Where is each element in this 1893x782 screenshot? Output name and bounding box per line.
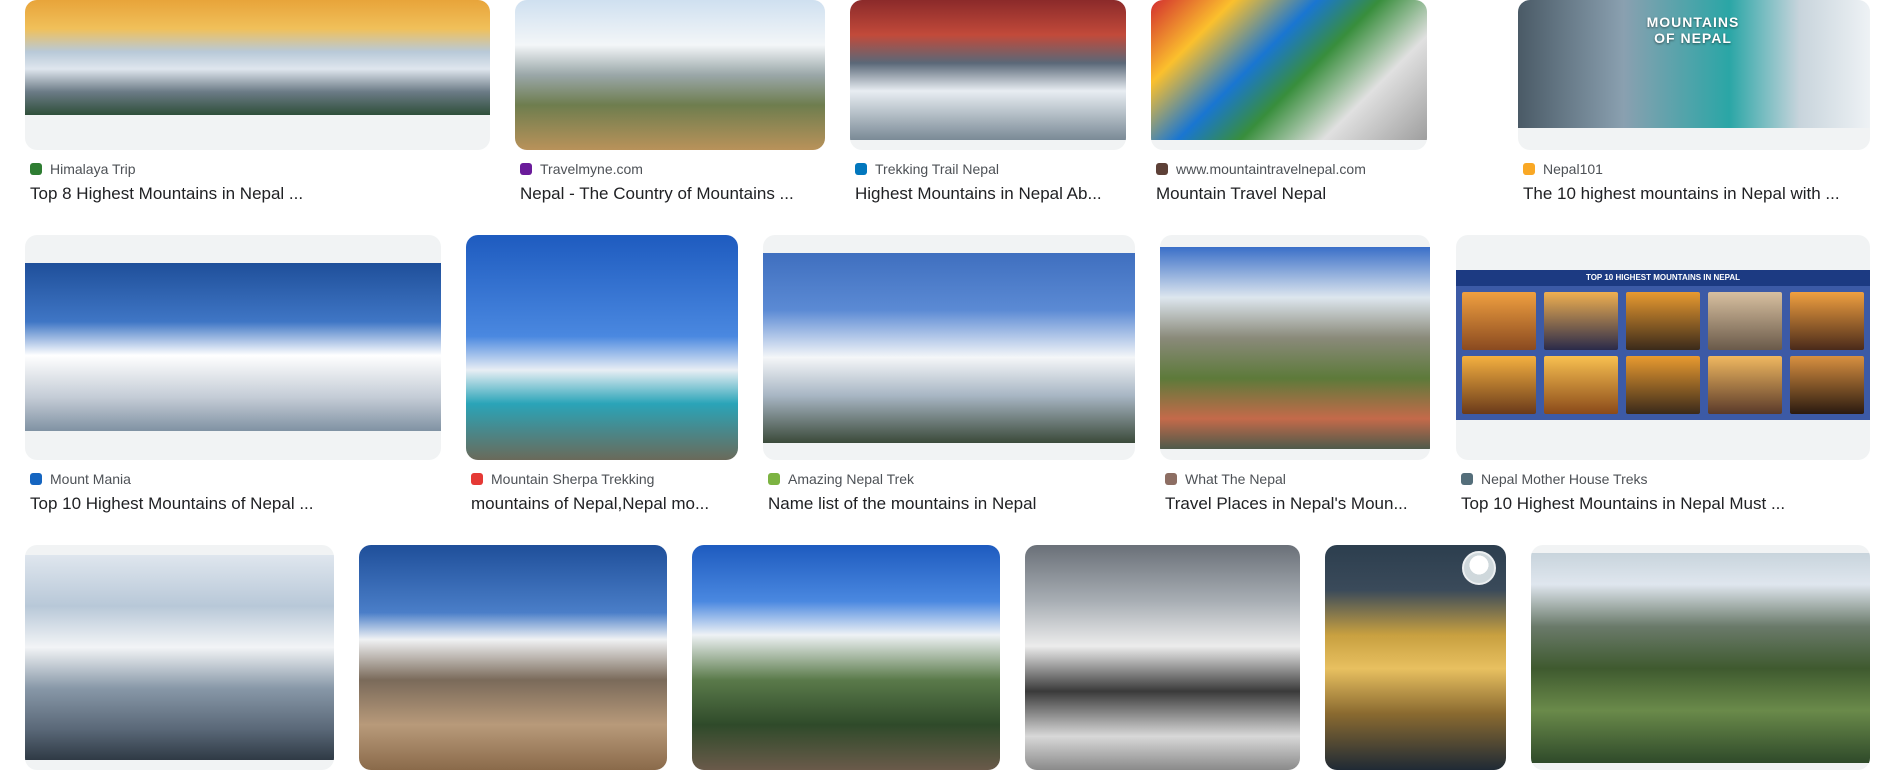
source-name: What The Nepal — [1185, 471, 1286, 487]
result-meta-2[interactable]: Travelmyne.com Nepal - The Country of Mo… — [520, 160, 820, 205]
source-name: Trekking Trail Nepal — [875, 161, 999, 177]
result-title[interactable]: Top 8 Highest Mountains in Nepal ... — [30, 183, 485, 205]
village-photo — [1160, 247, 1430, 449]
result-title[interactable]: Travel Places in Nepal's Moun... — [1165, 493, 1427, 515]
mountain-photo — [763, 253, 1135, 443]
result-title[interactable]: The 10 highest mountains in Nepal with .… — [1523, 183, 1867, 205]
result-image-5[interactable]: MOUNTAINS OF NEPAL — [1518, 0, 1870, 150]
result-meta-1[interactable]: Himalaya Trip Top 8 Highest Mountains in… — [30, 160, 485, 205]
source-name: Nepal Mother House Treks — [1481, 471, 1648, 487]
mountain-photo — [692, 545, 1000, 770]
source-name: Travelmyne.com — [540, 161, 643, 177]
result-image-12[interactable] — [359, 545, 667, 770]
result-title[interactable]: Top 10 Highest Mountains of Nepal ... — [30, 493, 436, 515]
result-image-3[interactable] — [850, 0, 1126, 150]
source-name: Mount Mania — [50, 471, 131, 487]
result-image-13[interactable] — [692, 545, 1000, 770]
site-favicon-icon — [1165, 473, 1177, 485]
site-favicon-icon — [1523, 163, 1535, 175]
result-title[interactable]: mountains of Nepal,Nepal mo... — [471, 493, 736, 515]
trekkers-photo — [359, 545, 667, 770]
mountain-bw-photo — [1025, 545, 1300, 770]
mountain-photo — [850, 0, 1126, 140]
source-name: Nepal101 — [1543, 161, 1603, 177]
result-image-1[interactable] — [25, 0, 490, 150]
result-meta-10[interactable]: Nepal Mother House Treks Top 10 Highest … — [1461, 470, 1867, 515]
result-image-10[interactable]: TOP 10 HIGHEST MOUNTAINS IN NEPAL — [1456, 235, 1870, 460]
result-image-4[interactable] — [1151, 0, 1427, 150]
site-favicon-icon — [1461, 473, 1473, 485]
result-title[interactable]: Mountain Travel Nepal — [1156, 183, 1424, 205]
mountain-photo — [466, 235, 738, 460]
infographic-title: TOP 10 HIGHEST MOUNTAINS IN NEPAL — [1456, 270, 1870, 286]
poster-photo: MOUNTAINS OF NEPAL — [1518, 0, 1870, 128]
result-image-8[interactable] — [763, 235, 1135, 460]
result-image-2[interactable] — [515, 0, 825, 150]
result-image-15[interactable] — [1325, 545, 1506, 770]
result-meta-4[interactable]: www.mountaintravelnepal.com Mountain Tra… — [1156, 160, 1424, 205]
result-meta-9[interactable]: What The Nepal Travel Places in Nepal's … — [1165, 470, 1427, 515]
result-meta-8[interactable]: Amazing Nepal Trek Name list of the moun… — [768, 470, 1132, 515]
peak-thumbnails — [1462, 292, 1864, 414]
site-favicon-icon — [30, 473, 42, 485]
prayer-flags-photo — [1151, 0, 1427, 140]
result-title[interactable]: Highest Mountains in Nepal Ab... — [855, 183, 1123, 205]
result-meta-3[interactable]: Trekking Trail Nepal Highest Mountains i… — [855, 160, 1123, 205]
mountain-photo — [25, 263, 441, 431]
result-title[interactable]: Name list of the mountains in Nepal — [768, 493, 1132, 515]
source-name: Himalaya Trip — [50, 161, 136, 177]
mountain-photo — [25, 0, 490, 115]
source-name: www.mountaintravelnepal.com — [1176, 161, 1366, 177]
site-favicon-icon — [768, 473, 780, 485]
result-image-7[interactable] — [466, 235, 738, 460]
village-photo — [1531, 553, 1870, 763]
result-image-6[interactable] — [25, 235, 441, 460]
mountain-photo — [1325, 545, 1506, 770]
result-title[interactable]: Nepal - The Country of Mountains ... — [520, 183, 820, 205]
mountain-photo — [25, 555, 334, 760]
result-image-11[interactable] — [25, 545, 334, 770]
site-favicon-icon — [30, 163, 42, 175]
site-favicon-icon — [855, 163, 867, 175]
result-meta-5[interactable]: Nepal101 The 10 highest mountains in Nep… — [1523, 160, 1867, 205]
mountain-photo — [515, 0, 825, 150]
result-meta-7[interactable]: Mountain Sherpa Trekking mountains of Ne… — [471, 470, 736, 515]
result-image-16[interactable] — [1531, 545, 1870, 770]
site-favicon-icon — [471, 473, 483, 485]
result-image-9[interactable] — [1160, 235, 1430, 460]
source-name: Mountain Sherpa Trekking — [491, 471, 655, 487]
result-image-14[interactable] — [1025, 545, 1300, 770]
result-meta-6[interactable]: Mount Mania Top 10 Highest Mountains of … — [30, 470, 436, 515]
source-name: Amazing Nepal Trek — [788, 471, 915, 487]
poster-title: MOUNTAINS OF NEPAL — [1646, 14, 1740, 46]
result-title[interactable]: Top 10 Highest Mountains in Nepal Must .… — [1461, 493, 1867, 515]
site-favicon-icon — [1156, 163, 1168, 175]
watermark-logo-icon — [1462, 551, 1496, 585]
site-favicon-icon — [520, 163, 532, 175]
infographic-image: TOP 10 HIGHEST MOUNTAINS IN NEPAL — [1456, 270, 1870, 420]
